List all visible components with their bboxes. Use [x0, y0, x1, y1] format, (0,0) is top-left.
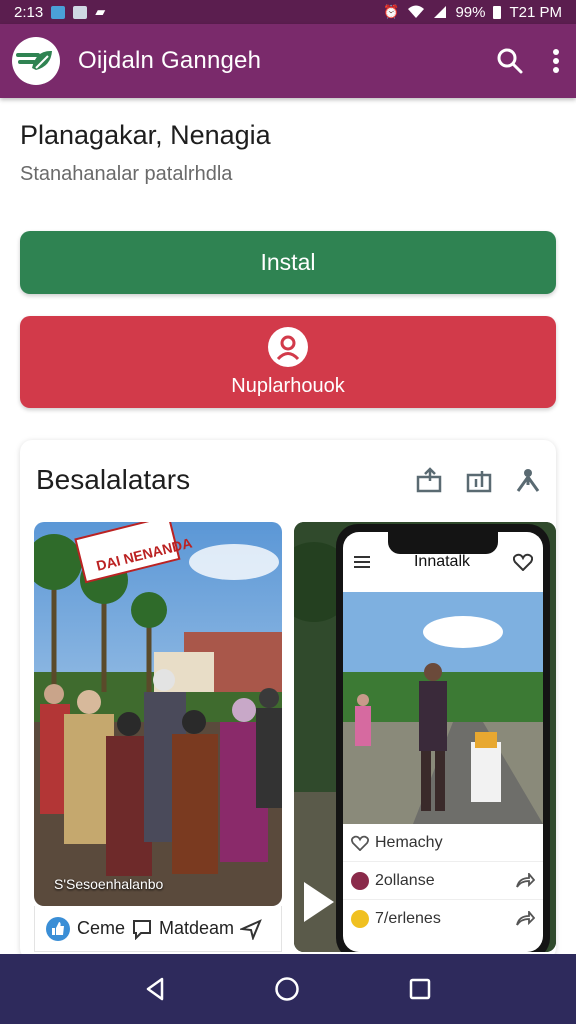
- phone-row-user[interactable]: 2ollanse: [343, 862, 543, 900]
- page-subtitle: Stanahanalar patalrhdla: [20, 163, 233, 185]
- battery-icon: [493, 5, 502, 19]
- avatar-icon: [351, 871, 369, 890]
- status-bar: 2:13 ▰ ⏰ 99% T21 PM: [0, 0, 576, 24]
- phone-header: Innatalk: [343, 532, 543, 592]
- install-button-label: Instal: [260, 249, 316, 275]
- account-button-label: Nuplarhouok: [231, 374, 345, 397]
- gallery-photo-phone[interactable]: Innatalk Hemachy 2ollanse 7/erlenes: [294, 522, 556, 952]
- send-icon[interactable]: [240, 918, 262, 940]
- people-icon[interactable]: [514, 467, 542, 493]
- gallery-photo-group[interactable]: DAI NENANDA S'Sesoenhalanbo: [34, 522, 282, 906]
- share-arrow-icon[interactable]: [515, 872, 535, 889]
- status-time-left: 2:13: [14, 3, 44, 21]
- page-header: Planagakar, Nenagia Stanahanalar patalrh…: [20, 120, 556, 186]
- comment-icon[interactable]: [131, 918, 153, 940]
- phone-row-label: 7/erlenes: [375, 910, 441, 927]
- phone-mockup: Innatalk Hemachy 2ollanse 7/erlenes: [336, 524, 550, 952]
- leaf-logo-icon[interactable]: [12, 37, 60, 85]
- export-icon[interactable]: [466, 467, 492, 493]
- alarm-icon: ⏰: [383, 4, 400, 19]
- phone-row-label: Hemachy: [375, 833, 443, 851]
- bag-notification-icon: ▰: [95, 4, 106, 19]
- install-button[interactable]: Instal: [20, 231, 556, 294]
- gallery-card: Besalalatars DAI NENANDA S'Sesoenhalanbo…: [20, 440, 556, 960]
- phone-row-reactions[interactable]: 7/erlenes: [343, 900, 543, 938]
- person-icon: [268, 326, 308, 367]
- phone-row-likes[interactable]: Hemachy: [343, 824, 543, 862]
- heart-outline-icon: [351, 835, 369, 851]
- phone-title: Innatalk: [413, 553, 471, 570]
- back-icon[interactable]: [144, 976, 166, 1002]
- phone-row-label: 2ollanse: [375, 871, 435, 889]
- gallery-title: Besalalatars: [36, 464, 191, 495]
- notification-icon: [51, 5, 66, 19]
- image-notification-icon: [73, 5, 88, 19]
- page-title: Planagakar, Nenagia: [20, 120, 271, 150]
- share-icon[interactable]: [416, 467, 444, 493]
- account-button[interactable]: Nuplarhouok: [20, 316, 556, 408]
- photo-actions-row: Ceme Matdeam: [34, 906, 282, 952]
- system-nav-bar: [0, 954, 576, 1024]
- more-vert-icon[interactable]: [552, 48, 560, 74]
- comment-label[interactable]: Matdeam: [159, 918, 234, 939]
- battery-text: 99%: [455, 3, 486, 21]
- status-time-right: T21 PM: [509, 3, 562, 21]
- home-icon[interactable]: [274, 976, 300, 1002]
- recents-icon[interactable]: [408, 977, 432, 1001]
- like-label[interactable]: Ceme: [77, 918, 125, 939]
- share-arrow-icon[interactable]: [515, 911, 535, 927]
- group-photo-image: DAI NENANDA: [34, 522, 282, 906]
- heart-icon[interactable]: [513, 553, 533, 571]
- menu-icon[interactable]: [353, 555, 371, 569]
- app-bar: Oijdaln Ganngeh: [0, 24, 576, 98]
- signal-icon: [434, 6, 447, 18]
- like-icon[interactable]: [45, 916, 71, 942]
- search-icon[interactable]: [496, 47, 524, 75]
- photo-caption: S'Sesoenhalanbo: [54, 876, 164, 892]
- emoji-icon: [351, 910, 369, 928]
- app-title: Oijdaln Ganngeh: [78, 47, 262, 74]
- phone-post-photo[interactable]: [343, 592, 543, 824]
- wifi-icon: [408, 5, 425, 18]
